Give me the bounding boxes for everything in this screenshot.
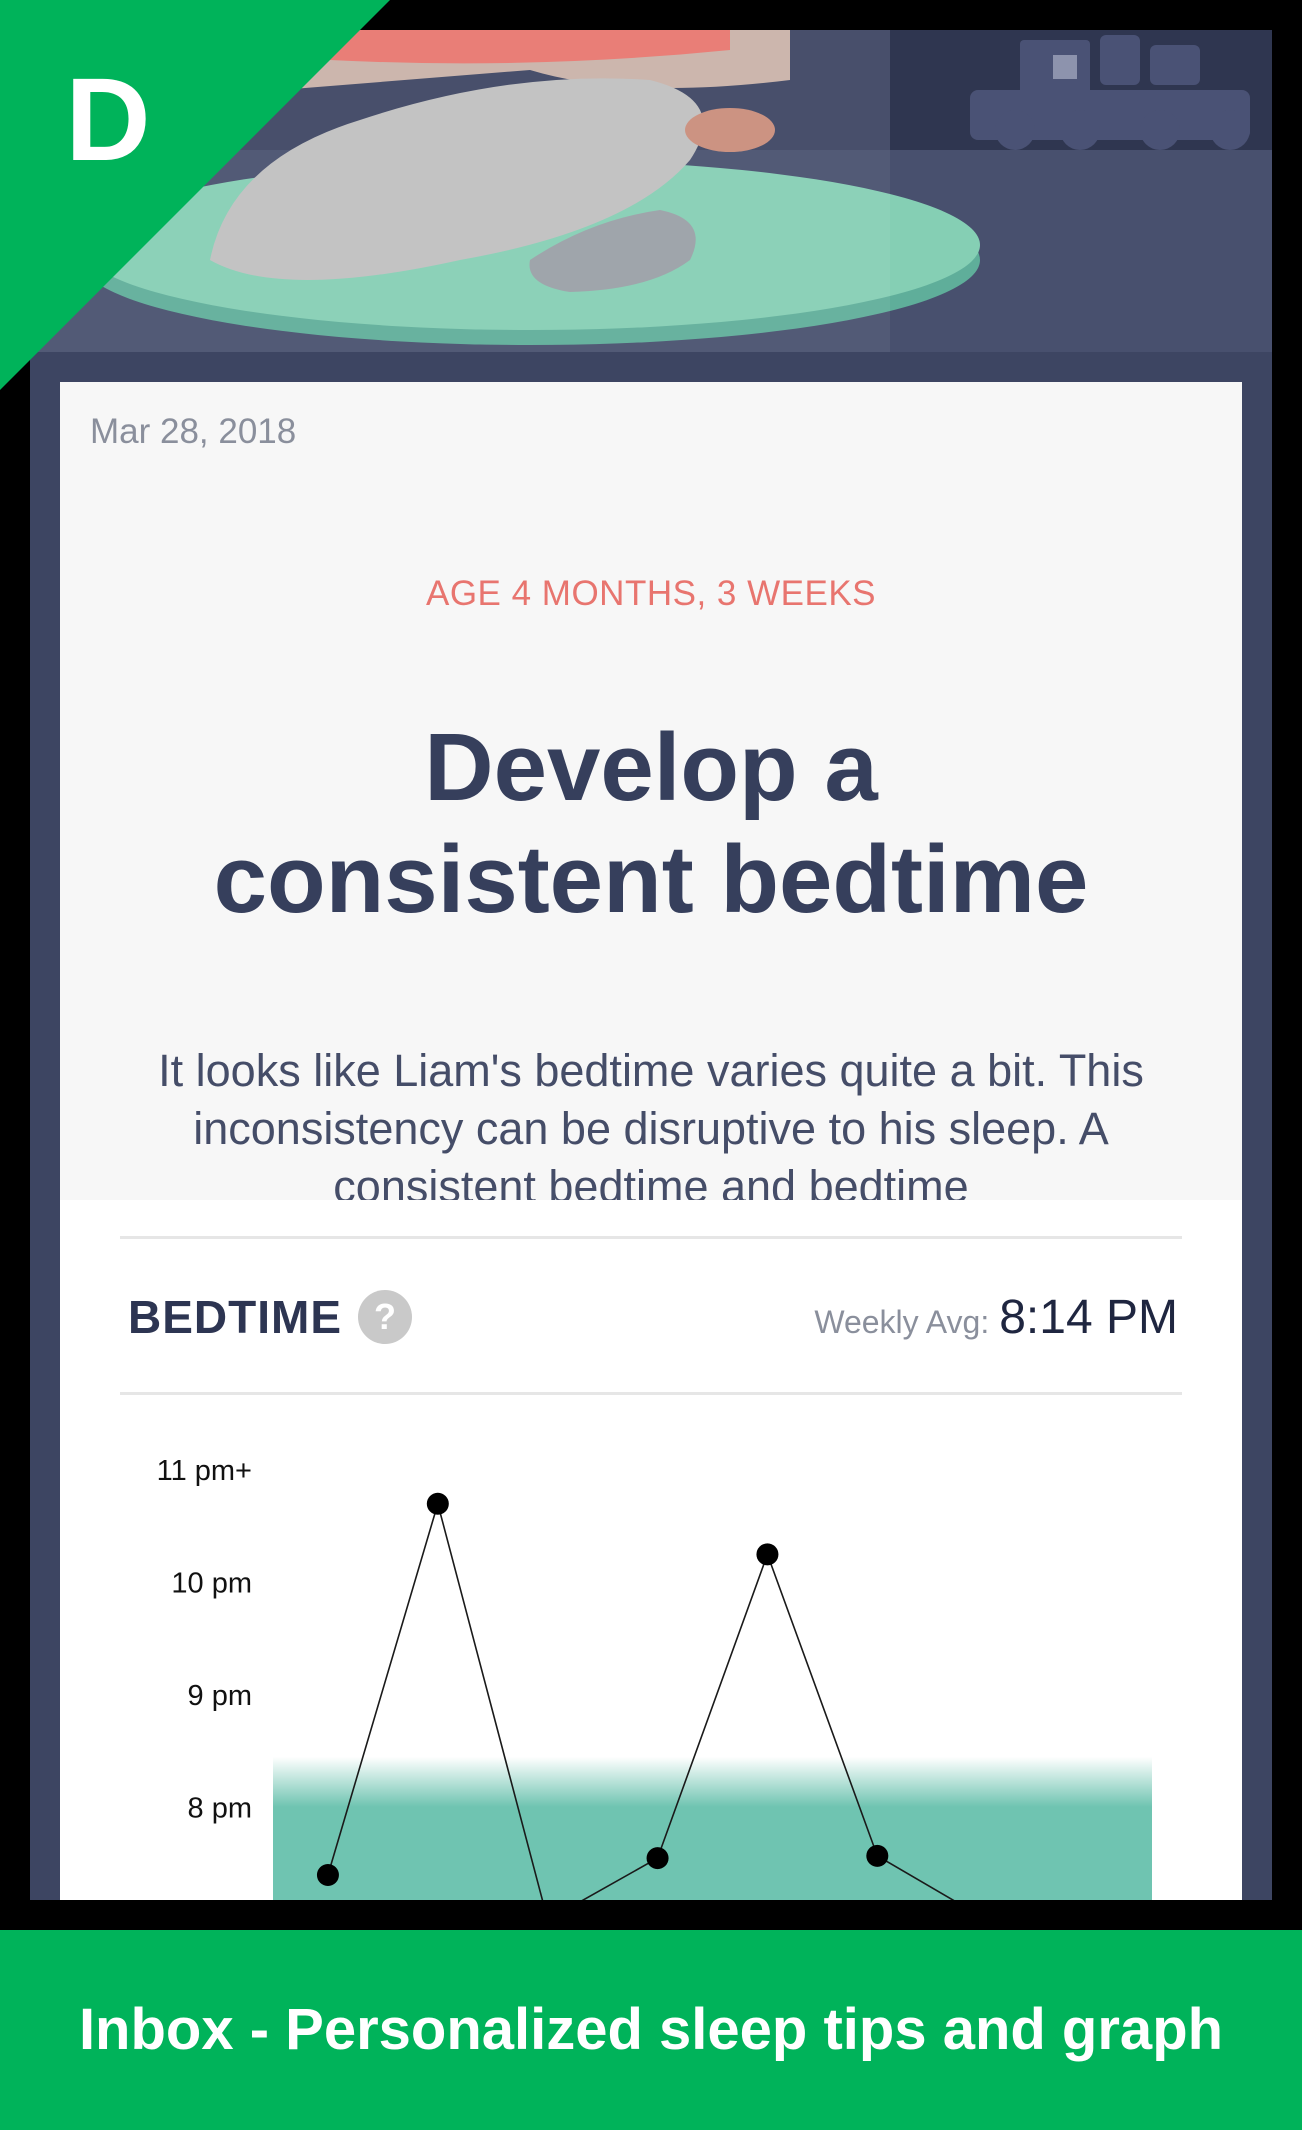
bedtime-point bbox=[866, 1844, 889, 1867]
bedtime-chart: 11 pm+ 10 pm 9 pm 8 pm bbox=[157, 1455, 1152, 1900]
badge-letter: D bbox=[65, 54, 150, 186]
tip-title-line-2: consistent bedtime bbox=[213, 826, 1089, 933]
y-tick-label: 10 pm bbox=[171, 1568, 252, 1600]
child-age-label: AGE 4 MONTHS, 3 WEEKS bbox=[425, 574, 877, 613]
bedtime-point bbox=[316, 1864, 339, 1886]
caption-banner: Inbox - Personalized sleep tips and grap… bbox=[0, 1930, 1302, 2130]
y-tick-label: 8 pm bbox=[188, 1793, 252, 1825]
bedtime-point bbox=[756, 1543, 779, 1566]
screenshot-frame: Mar 28, 2018 AGE 4 MONTHS, 3 WEEKS Devel… bbox=[0, 0, 1302, 2130]
tip-card[interactable]: Mar 28, 2018 AGE 4 MONTHS, 3 WEEKS Devel… bbox=[60, 382, 1242, 1200]
card-date: Mar 28, 2018 bbox=[90, 412, 297, 451]
target-bedtime-band bbox=[273, 1756, 1152, 1900]
bedtime-graph-panel: BEDTIME ? Weekly Avg: 8:14 PM 11 pm+ 10 p… bbox=[60, 1200, 1242, 1900]
corner-badge: D bbox=[0, 0, 390, 390]
y-tick-label: 11 pm+ bbox=[157, 1455, 252, 1487]
badge-triangle bbox=[0, 0, 390, 390]
bedtime-point bbox=[426, 1492, 449, 1515]
y-tick-label: 9 pm bbox=[188, 1680, 252, 1712]
bedtime-point bbox=[646, 1847, 669, 1870]
caption-text: Inbox - Personalized sleep tips and grap… bbox=[78, 1997, 1224, 2062]
tip-title: Develop a consistent bedtime bbox=[60, 712, 1242, 936]
tip-body-text: It looks like Liam's bedtime varies quit… bbox=[158, 1045, 1144, 1200]
tip-title-line-1: Develop a bbox=[424, 714, 878, 821]
